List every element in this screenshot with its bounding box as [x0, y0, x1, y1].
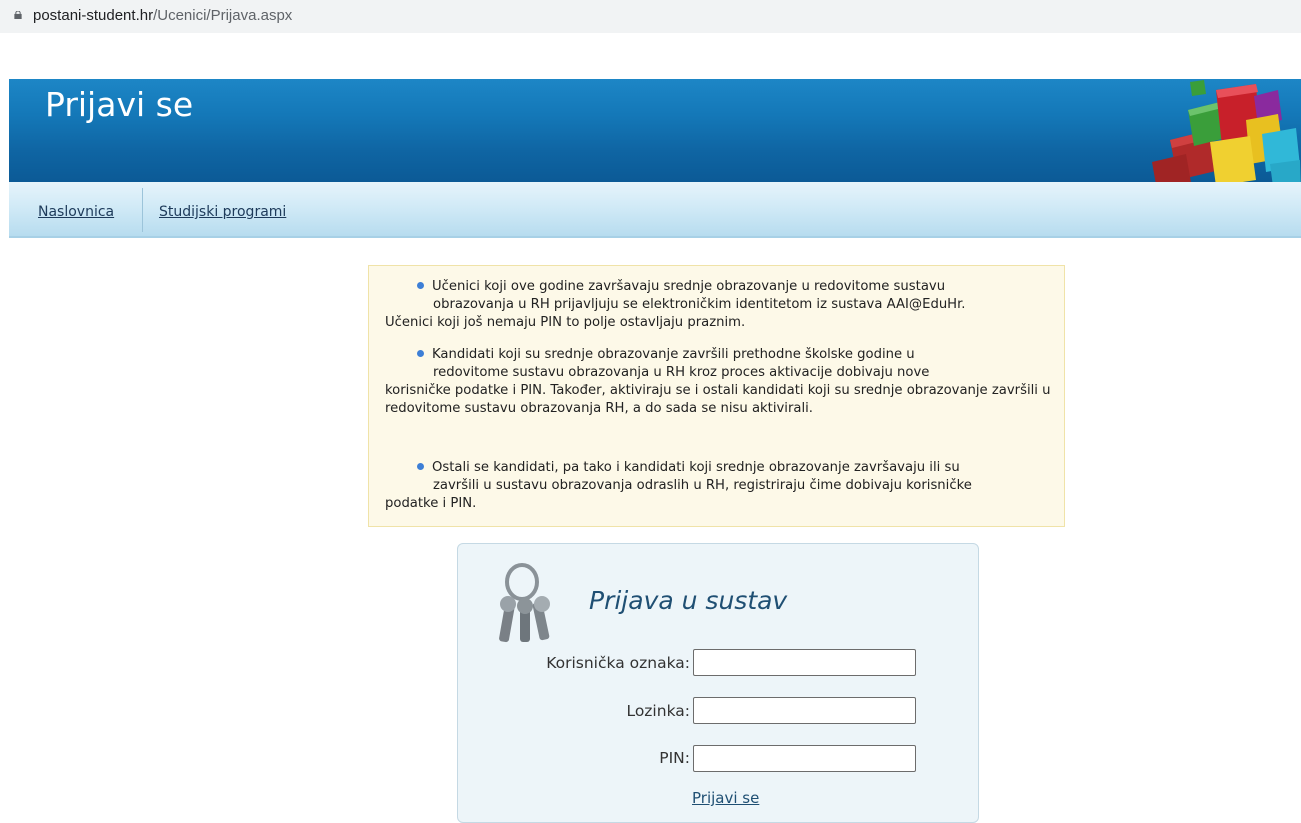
info-item-line1: Ostali se kandidati, pa tako i kandidati… — [432, 460, 960, 475]
username-label: Korisnička oznaka: — [546, 654, 690, 672]
url-domain: postani-student.hr — [33, 7, 154, 24]
bullet-icon — [417, 282, 424, 289]
password-label: Lozinka: — [626, 702, 690, 720]
info-item-line2: završili u sustavu obrazovanja odraslih … — [433, 478, 972, 493]
info-item-line1: Učenici koji ove godine završavaju sredn… — [432, 279, 946, 294]
info-item-rest: korisničke podatke i PIN. Također, aktiv… — [385, 383, 1051, 416]
login-title: Prijava u sustav — [589, 586, 788, 615]
page-title: Prijavi se — [45, 85, 194, 124]
password-input[interactable] — [693, 697, 916, 724]
url-path: /Ucenici/Prijava.aspx — [153, 7, 293, 24]
bullet-icon — [417, 350, 424, 357]
colored-blocks-icon — [1152, 80, 1301, 196]
info-item-rest: podatke i PIN. — [385, 496, 477, 511]
url-text: postani-student.hr/Ucenici/Prijava.aspx — [33, 7, 292, 24]
address-bar[interactable]: postani-student.hr/Ucenici/Prijava.aspx — [0, 0, 1301, 33]
pin-input[interactable] — [693, 745, 916, 772]
bullet-icon — [417, 463, 424, 470]
nav-link-naslovnica[interactable]: Naslovnica — [38, 204, 114, 220]
info-item: Ostali se kandidati, pa tako i kandidati… — [385, 459, 1055, 513]
lock-icon — [14, 11, 22, 19]
header-banner: Prijavi se — [9, 79, 1301, 182]
info-item-line2: obrazovanja u RH prijavljuju se elektron… — [433, 297, 966, 312]
info-item-rest: Učenici koji još nemaju PIN to polje ost… — [385, 315, 746, 330]
info-item-line2: redovitome sustavu obrazovanja u RH kroz… — [433, 365, 930, 380]
nav-divider — [142, 188, 143, 232]
login-panel: Prijava u sustav Korisnička oznaka: Lozi… — [457, 543, 979, 823]
nav-bar: Naslovnica Studijski programi — [9, 182, 1301, 238]
login-button[interactable]: Prijavi se — [692, 789, 759, 807]
info-item-line1: Kandidati koji su srednje obrazovanje za… — [432, 347, 915, 362]
keys-icon — [499, 563, 550, 643]
info-item: Kandidati koji su srednje obrazovanje za… — [385, 346, 1055, 418]
pin-label: PIN: — [659, 749, 690, 767]
username-input[interactable] — [693, 649, 916, 676]
nav-link-studijski-programi[interactable]: Studijski programi — [159, 204, 286, 220]
info-item: Učenici koji ove godine završavaju sredn… — [385, 278, 1055, 332]
info-box: Učenici koji ove godine završavaju sredn… — [368, 265, 1065, 527]
